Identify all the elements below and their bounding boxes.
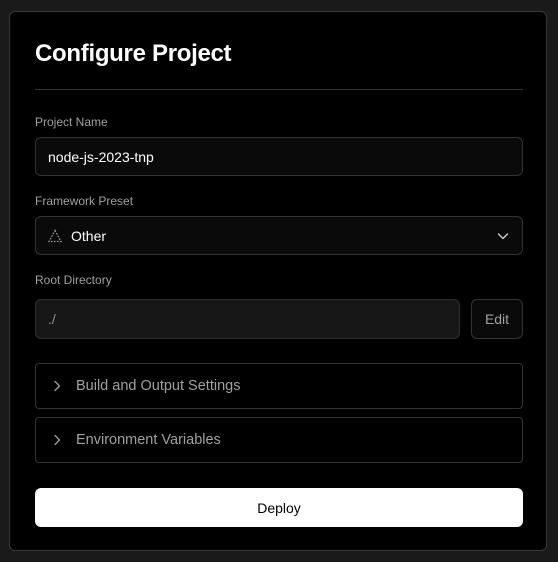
project-name-label: Project Name [35, 115, 108, 129]
title-divider [35, 89, 523, 90]
environment-variables-label: Environment Variables [76, 432, 221, 448]
environment-variables-toggle[interactable]: Environment Variables [35, 417, 523, 463]
root-directory-label: Root Directory [35, 273, 112, 287]
chevron-down-icon [496, 229, 510, 243]
root-directory-field: ./ [35, 299, 460, 339]
configure-project-card: Configure Project Project Name Framework… [9, 11, 547, 551]
root-directory-value: ./ [48, 311, 56, 327]
deploy-button[interactable]: Deploy [35, 488, 523, 527]
build-output-settings-toggle[interactable]: Build and Output Settings [35, 363, 523, 409]
chevron-right-icon [52, 434, 62, 446]
framework-preset-select[interactable]: Other [35, 216, 523, 255]
framework-preset-value: Other [48, 228, 106, 244]
edit-root-directory-button[interactable]: Edit [471, 299, 523, 339]
project-name-input[interactable] [48, 148, 510, 165]
chevron-right-icon [52, 380, 62, 392]
framework-triangle-icon [48, 228, 62, 243]
framework-preset-selected-text: Other [71, 227, 107, 244]
project-name-field[interactable] [35, 137, 523, 176]
page-title: Configure Project [35, 40, 232, 67]
framework-preset-label: Framework Preset [35, 194, 134, 208]
build-output-settings-label: Build and Output Settings [76, 378, 241, 394]
